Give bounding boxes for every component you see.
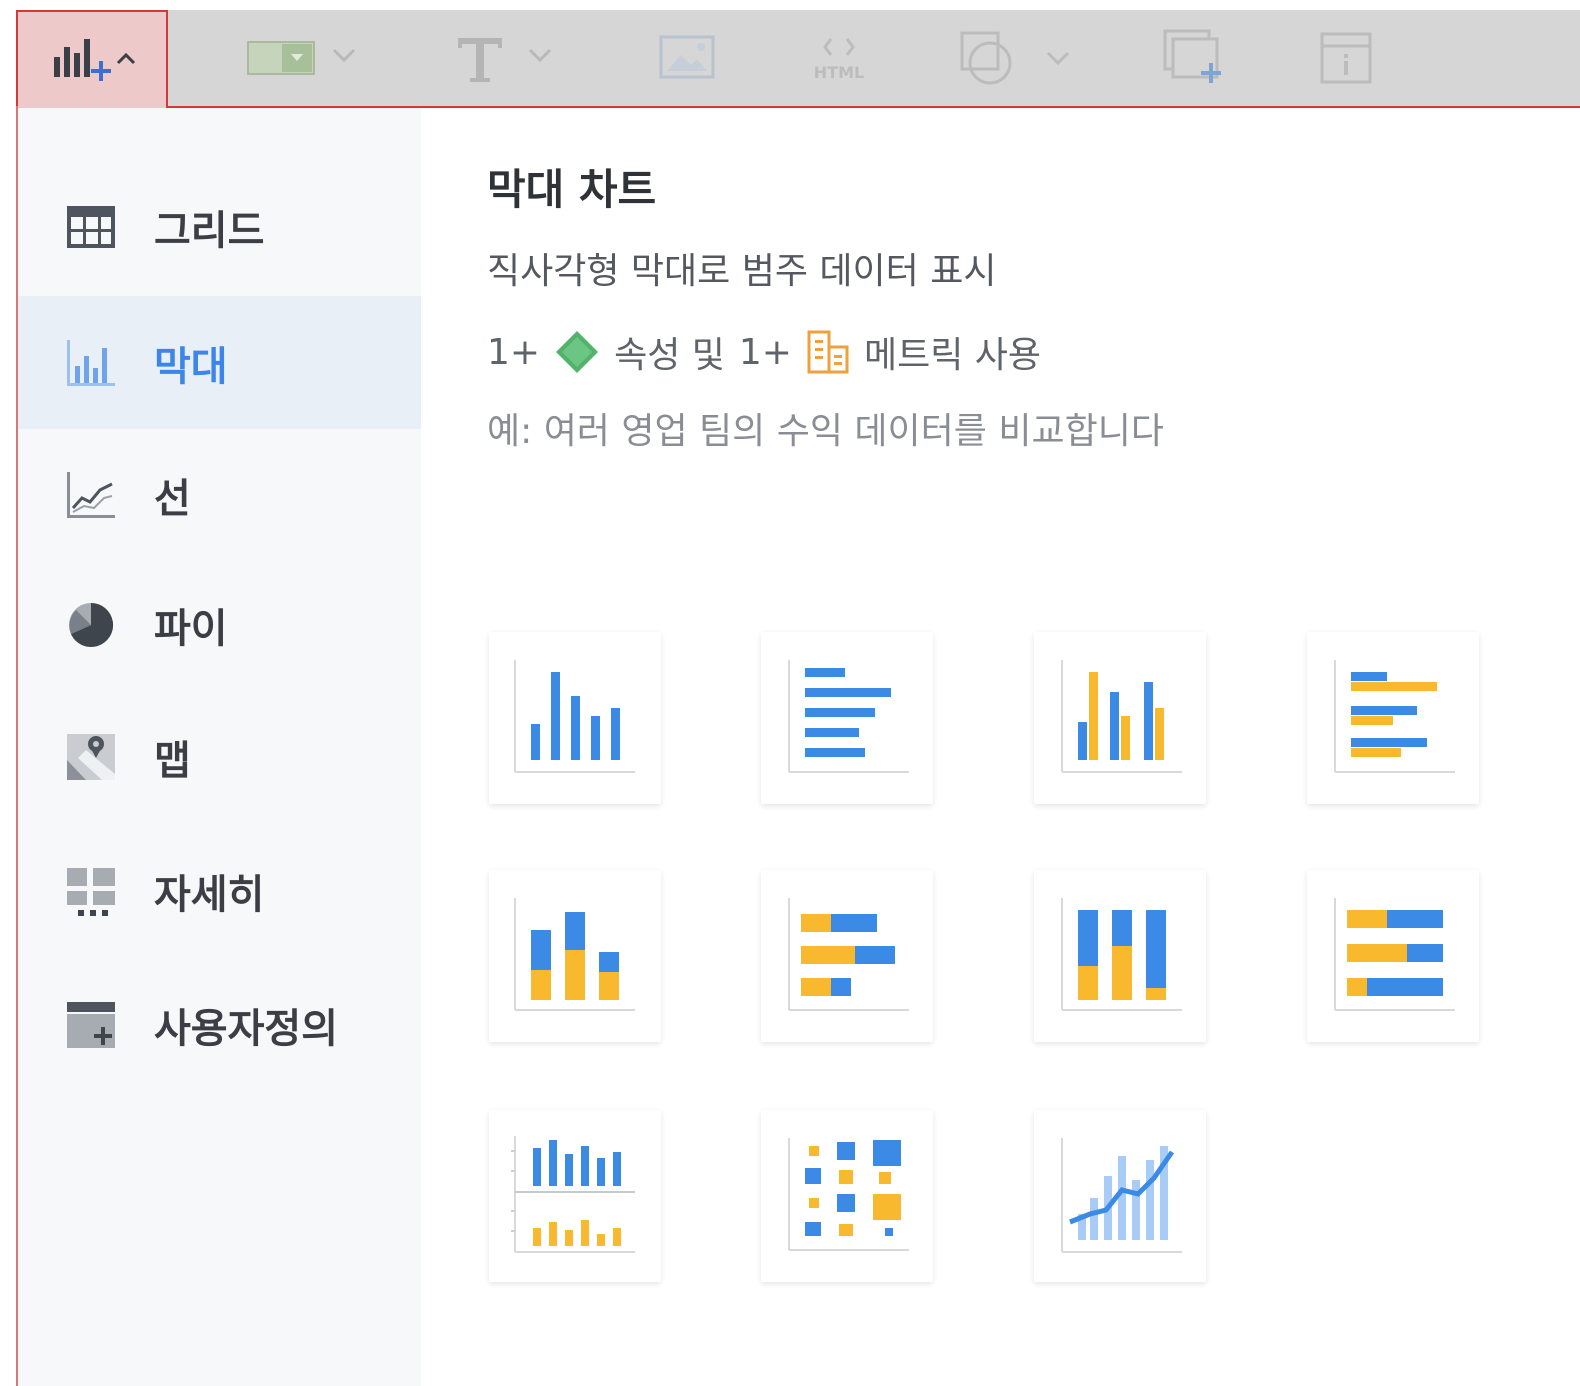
sidebar-item-label: 파이: [154, 605, 228, 652]
horizontal-clustered-bar-icon: [1334, 660, 1455, 773]
attribute-icon: [556, 331, 599, 373]
sidebar-item-grid[interactable]: 그리드: [18, 160, 421, 293]
attribute-count: 1+: [487, 331, 541, 373]
chart-category-sidebar: 그리드 막대 선 파이 맵 자세히 사용자정의: [18, 108, 421, 1386]
sidebar-item-label: 사용자정의: [154, 1005, 338, 1052]
html-button[interactable]: HTML: [794, 10, 884, 106]
add-chart-button[interactable]: [16, 10, 168, 108]
chart-type-bubble-grid[interactable]: [761, 1110, 933, 1282]
more-icon: [67, 867, 115, 916]
chart-category-title: 막대 차트: [487, 165, 657, 214]
chart-type-panel: 막대 차트 직사각형 막대로 범주 데이터 표시 1+ 속성 및 1+ 메트릭 …: [421, 108, 1580, 1386]
info-button[interactable]: [1306, 10, 1386, 106]
text-icon: [458, 38, 552, 82]
sidebar-item-bar[interactable]: 막대: [18, 296, 421, 429]
sidebar-item-label: 그리드: [154, 207, 265, 254]
horizontal-percent-stacked-bar-icon: [1334, 898, 1455, 1011]
chart-type-horizontal-stacked-bar[interactable]: [761, 870, 933, 1042]
bubble-grid-icon: [788, 1138, 909, 1251]
sidebar-item-label: 선: [154, 475, 191, 522]
attribute-text: 속성 및: [614, 335, 725, 376]
text-button[interactable]: [446, 10, 566, 106]
chart-category-description: 직사각형 막대로 범주 데이터 표시: [487, 251, 997, 292]
chart-type-horizontal-bar[interactable]: [761, 632, 933, 804]
bar-line-combo-icon: [1061, 1138, 1182, 1253]
map-icon: [67, 733, 115, 780]
horizontal-bar-icon: [788, 660, 909, 773]
chart-type-bar-line-combo[interactable]: [1034, 1110, 1206, 1282]
sidebar-item-pie[interactable]: 파이: [18, 558, 421, 691]
line-chart-icon: [67, 471, 115, 518]
chart-type-horizontal-clustered-bar[interactable]: [1307, 632, 1479, 804]
add-panel-icon: [1163, 29, 1221, 83]
vertical-clustered-bar-icon: [1061, 660, 1182, 773]
chart-type-multi-axis-bar[interactable]: [489, 1110, 661, 1282]
vertical-stacked-bar-icon: [514, 898, 635, 1011]
horizontal-stacked-bar-icon: [788, 898, 909, 1011]
vertical-bar-icon: [514, 660, 635, 773]
multi-axis-bar-icon: [511, 1136, 635, 1253]
bar-chart-icon: [67, 339, 115, 386]
metric-text: 메트릭 사용: [863, 335, 1042, 376]
custom-chart-icon: [67, 1001, 115, 1048]
chart-type-vertical-bar[interactable]: [489, 632, 661, 804]
sidebar-item-label: 막대: [154, 343, 228, 390]
image-icon: [659, 35, 715, 79]
add-panel-button[interactable]: [1152, 10, 1232, 106]
chart-category-example: 예: 여러 영업 팀의 수익 데이터를 비교합니다: [487, 411, 1164, 452]
sidebar-item-map[interactable]: 맵: [18, 690, 421, 823]
chart-type-vertical-stacked-bar[interactable]: [489, 870, 661, 1042]
sidebar-item-custom[interactable]: 사용자정의: [18, 958, 421, 1091]
chart-type-vertical-clustered-bar[interactable]: [1034, 632, 1206, 804]
chart-requirement: 1+ 속성 및 1+ 메트릭 사용: [487, 326, 1041, 378]
html-icon: [823, 37, 855, 56]
metric-icon: [807, 330, 849, 374]
shapes-icon: [960, 31, 1070, 85]
html-label: HTML: [813, 62, 865, 82]
sidebar-item-label: 자세히: [154, 871, 265, 918]
bar-chart-plus-icon: [54, 39, 136, 81]
grid-icon: [67, 205, 115, 248]
sidebar-item-more[interactable]: 자세히: [18, 824, 421, 957]
sidebar-item-line[interactable]: 선: [18, 428, 421, 561]
toolbar: HTML: [16, 10, 1580, 108]
info-icon: [1320, 32, 1372, 84]
pie-chart-icon: [69, 602, 114, 647]
sidebar-item-label: 맵: [154, 737, 191, 784]
chart-type-vertical-percent-stacked-bar[interactable]: [1034, 870, 1206, 1042]
shapes-button[interactable]: [952, 10, 1092, 106]
filter-control-button[interactable]: [238, 10, 368, 106]
image-button[interactable]: [652, 10, 722, 106]
metric-count: 1+: [738, 331, 792, 373]
chart-type-horizontal-percent-stacked-bar[interactable]: [1307, 870, 1479, 1042]
vertical-percent-stacked-bar-icon: [1061, 898, 1182, 1011]
filter-control-icon: [247, 41, 356, 75]
